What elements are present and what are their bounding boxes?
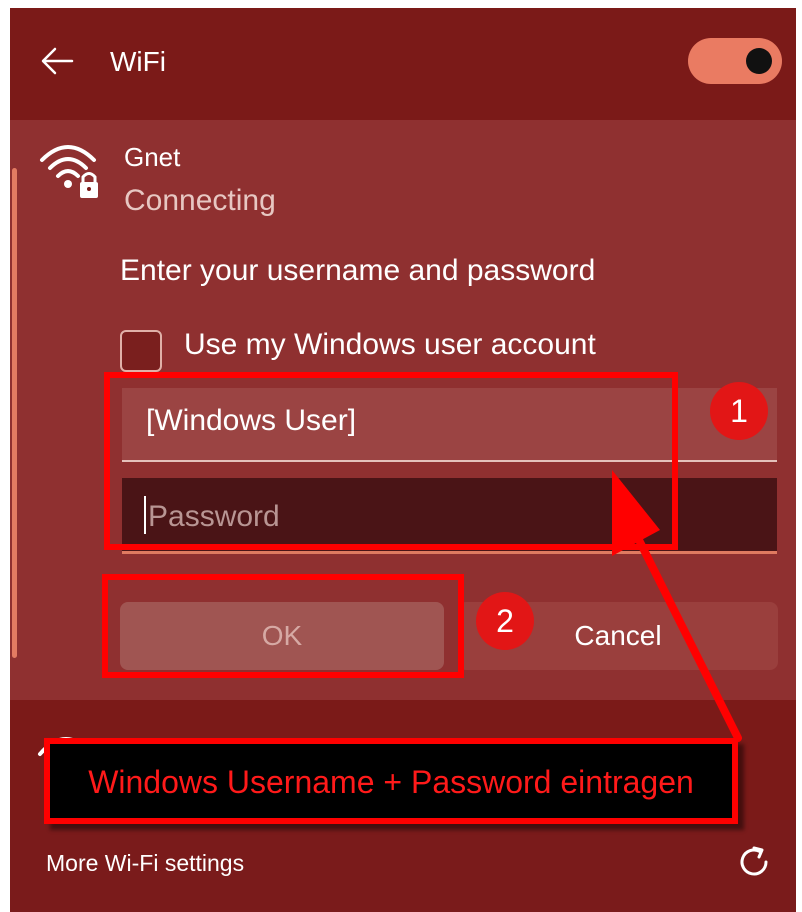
annotation-callout: Windows Username + Password eintragen [44, 738, 738, 824]
annotation-badge-1: 1 [710, 382, 768, 440]
more-wifi-settings-link[interactable]: More Wi-Fi settings [46, 850, 244, 877]
header: WiFi [10, 8, 796, 116]
selection-accent [12, 168, 17, 658]
wifi-toggle[interactable] [688, 38, 782, 84]
network-name: Gnet [124, 142, 181, 172]
network-status: Connecting [124, 184, 276, 217]
refresh-icon[interactable] [734, 842, 774, 882]
use-windows-account-label: Use my Windows user account [184, 328, 596, 361]
use-windows-account-checkbox[interactable] [120, 330, 162, 372]
annotation-badge-2: 2 [476, 592, 534, 650]
wifi-lock-icon [40, 145, 98, 198]
annotation-box-credentials [104, 372, 678, 550]
page-title: WiFi [110, 46, 166, 77]
back-arrow-icon[interactable] [40, 46, 74, 76]
toggle-knob [746, 48, 772, 74]
credentials-instruction: Enter your username and password [120, 254, 596, 287]
annotation-box-ok [102, 574, 464, 678]
